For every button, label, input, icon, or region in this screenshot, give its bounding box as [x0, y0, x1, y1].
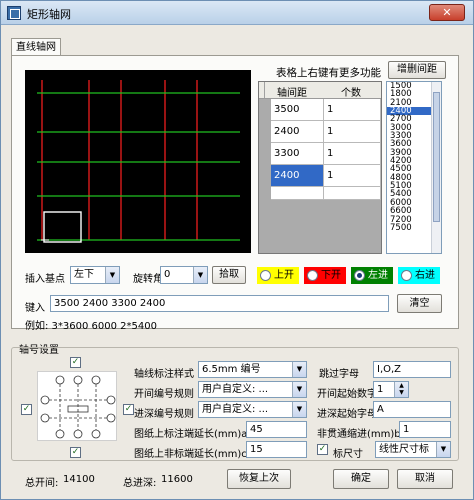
depth-start-label: 进深起始字母 [317, 409, 377, 420]
upper-ext-input[interactable]: 45 [246, 421, 307, 438]
open-rule-value: 用户自定义: ... [202, 384, 269, 395]
table-cell-spacing[interactable]: 3300 [271, 143, 324, 165]
dim-style-value: 线性尺寸标 [379, 444, 429, 455]
spinner-arrows-icon[interactable]: ▲ ▼ [394, 382, 408, 397]
table-cell-spacing[interactable]: 2400 [271, 121, 324, 143]
lower-ext-input[interactable]: 15 [246, 441, 307, 458]
app-grid-icon [7, 6, 21, 20]
chevron-down-icon[interactable]: ▼ [193, 267, 207, 283]
radio-label: 右进 [415, 270, 435, 281]
table-cell-count[interactable]: 1 [324, 99, 381, 121]
radio-label: 上开 [274, 270, 294, 281]
dialog-window: 矩形轴网 ✕ 直线轴网 表格上右键有更多功能 增删间距 轴间距 个数 3500 … [0, 0, 474, 500]
upper-ext-label: 图纸上标注端延长(mm)a= [134, 429, 256, 440]
title-bar[interactable]: 矩形轴网 ✕ [1, 1, 473, 25]
grid-preview-canvas [25, 70, 251, 253]
insert-point-value: 左下 [74, 269, 94, 280]
insert-point-marker [43, 211, 82, 243]
spacing-preset-list[interactable]: 1500 1800 2100 2400 2700 3000 3300 3600 … [386, 81, 442, 254]
cancel-button[interactable]: 取消 [397, 469, 453, 489]
radio-icon [401, 270, 412, 281]
table-cell-spacing[interactable]: 3500 [271, 99, 324, 121]
total-depth-label: 总进深: [123, 478, 157, 489]
table-cell-count[interactable]: 1 [324, 121, 381, 143]
radio-icon-selected [354, 270, 365, 281]
style-label: 轴线标注样式 [134, 369, 194, 380]
add-spacing-button[interactable]: 增删间距 [388, 61, 446, 79]
close-button[interactable]: ✕ [429, 4, 465, 21]
ok-button[interactable]: 确定 [333, 469, 389, 489]
open-start-value: 1 [377, 384, 384, 395]
spacing-table[interactable]: 轴间距 个数 3500 1 2400 1 3300 1 2400 1 [258, 81, 382, 254]
lower-ext-label: 图纸上非标端延长(mm)c= [134, 449, 256, 460]
open-rule-label: 开间编号规则 [134, 389, 194, 400]
chevron-down-icon[interactable]: ▼ [292, 362, 306, 377]
radio-left-depth[interactable]: 左进 [351, 267, 393, 284]
table-cell-count[interactable]: 1 [324, 165, 381, 187]
total-depth-value: 11600 [161, 474, 193, 485]
chevron-down-icon[interactable]: ▼ [292, 382, 306, 397]
radio-lower-open[interactable]: 下开 [304, 267, 346, 284]
radio-upper-open[interactable]: 上开 [257, 267, 299, 284]
left-axis-checkbox[interactable]: ✓ [21, 404, 32, 415]
dim-checkbox-label: 标尺寸 [333, 449, 363, 460]
tab-straight-grid[interactable]: 直线轴网 [11, 38, 61, 56]
right-axis-checkbox[interactable]: ✓ [123, 404, 134, 415]
insert-point-label: 插入基点 [25, 274, 65, 285]
table-new-row[interactable] [324, 187, 381, 200]
skip-letters-label: 跳过字母 [319, 369, 359, 380]
chevron-down-icon[interactable]: ▼ [292, 402, 306, 417]
col-header-spacing: 轴间距 [277, 88, 307, 99]
open-start-spinner[interactable]: 1 ▲ ▼ [373, 381, 409, 398]
table-hint-text: 表格上右键有更多功能 [276, 67, 381, 79]
rotation-select[interactable]: 0 ▼ [160, 266, 208, 284]
input-label: 键入 [25, 303, 45, 314]
restore-last-button[interactable]: 恢复上次 [227, 469, 291, 489]
dim-style-select[interactable]: 线性尺寸标 ▼ [375, 441, 451, 458]
spacing-input-field[interactable]: 3500 2400 3300 2400 [50, 295, 389, 312]
table-new-row[interactable] [271, 187, 324, 200]
depth-rule-value: 用户自定义: ... [202, 404, 269, 415]
radio-label: 左进 [368, 270, 388, 281]
vertical-axis-lines [41, 80, 198, 240]
nonpass-label: 非贯通缩进(mm)b= [317, 429, 410, 440]
insert-point-select[interactable]: 左下 ▼ [70, 266, 120, 284]
radio-right-depth[interactable]: 右进 [398, 267, 440, 284]
depth-rule-label: 进深编号规则 [134, 409, 194, 420]
scrollbar-thumb[interactable] [433, 92, 440, 222]
axis-number-diagram [37, 371, 117, 441]
skip-letters-input[interactable]: I,O,Z [373, 361, 451, 378]
table-cell-spacing-selected[interactable]: 2400 [271, 165, 324, 187]
radio-icon [307, 270, 318, 281]
pick-angle-button[interactable]: 拾取 [212, 266, 246, 284]
depth-rule-select[interactable]: 用户自定义: ... ▼ [198, 401, 307, 418]
total-open-value: 14100 [63, 474, 95, 485]
radio-label: 下开 [321, 270, 341, 281]
table-cell-count[interactable]: 1 [324, 143, 381, 165]
chevron-down-icon[interactable]: ▼ [436, 442, 450, 457]
horizontal-axis-lines [37, 92, 240, 241]
dim-checkbox[interactable]: ✓ [317, 444, 328, 455]
chevron-down-icon[interactable]: ▼ [105, 267, 119, 283]
clear-button[interactable]: 清空 [397, 294, 442, 313]
radio-icon [260, 270, 271, 281]
total-open-label: 总开间: [25, 478, 59, 489]
open-rule-select[interactable]: 用户自定义: ... ▼ [198, 381, 307, 398]
bottom-axis-checkbox[interactable]: ✓ [70, 447, 81, 458]
depth-start-input[interactable]: A [373, 401, 451, 418]
col-header-count: 个数 [341, 88, 361, 99]
rotation-value: 0 [164, 269, 171, 280]
grid-preview-drawing [37, 80, 240, 243]
table-header: 轴间距 个数 [259, 82, 381, 99]
top-axis-checkbox[interactable]: ✓ [70, 357, 81, 368]
example-text: 例如: 3*3600 6000 2*5400 [25, 321, 157, 332]
style-select[interactable]: 6.5mm 编号 ▼ [198, 361, 307, 378]
nonpass-input[interactable]: 1 [399, 421, 451, 438]
window-title: 矩形轴网 [27, 8, 71, 21]
list-scrollbar[interactable] [431, 82, 441, 253]
style-value: 6.5mm 编号 [202, 364, 261, 375]
open-start-label: 开间起始数字 [317, 389, 377, 400]
